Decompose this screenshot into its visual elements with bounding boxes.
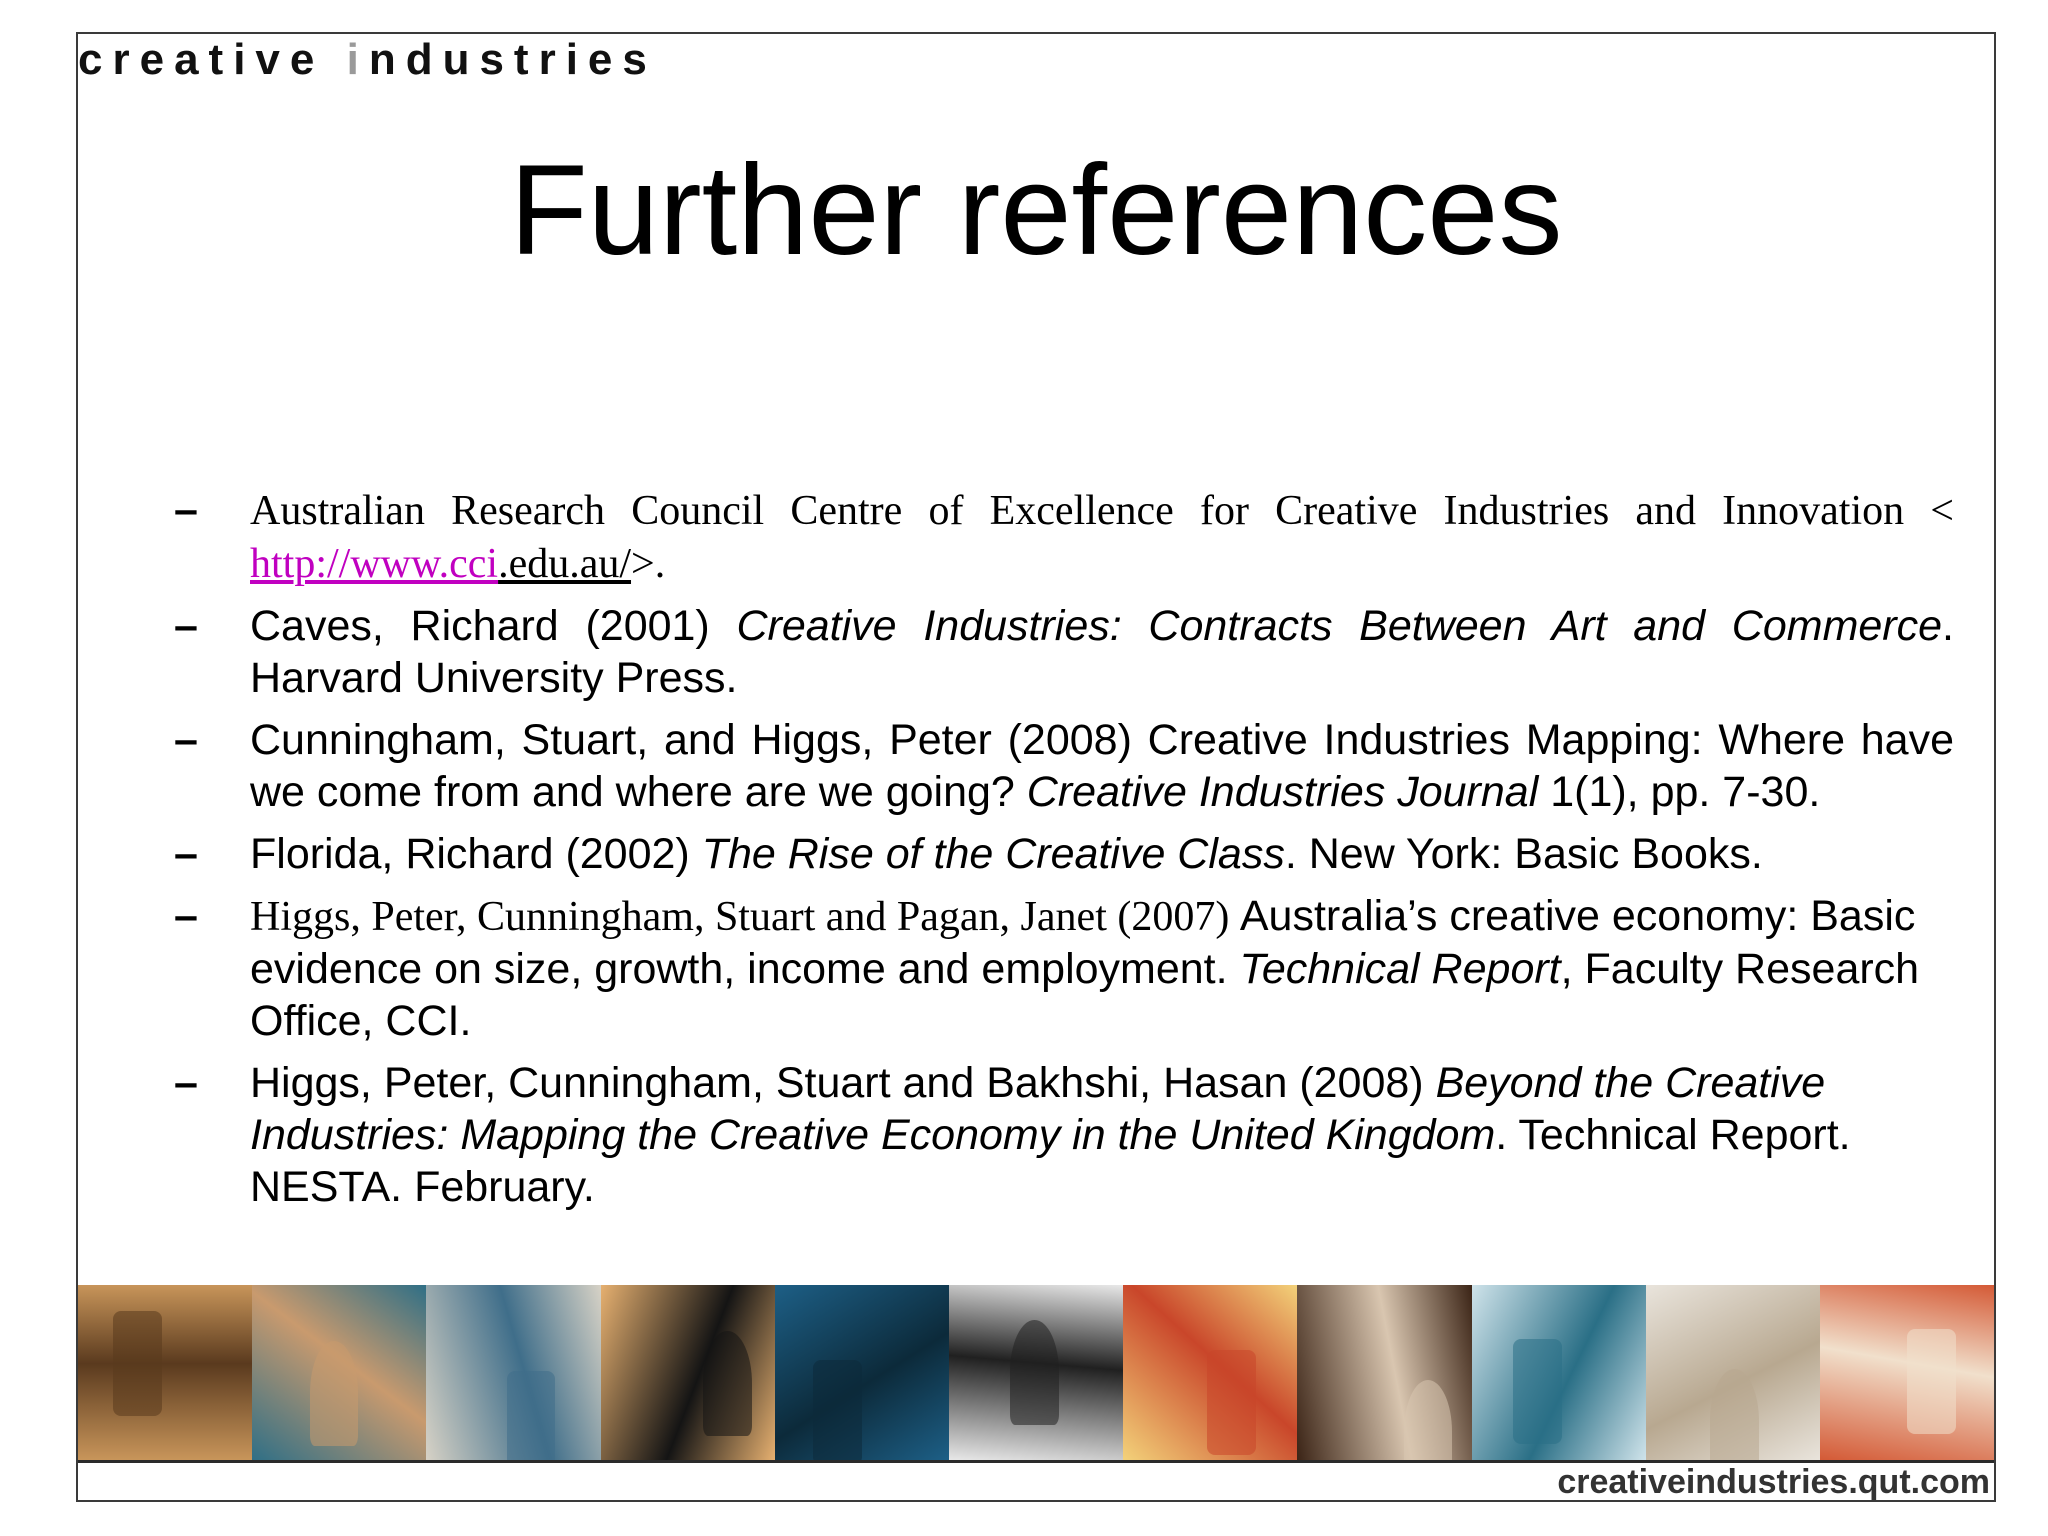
silhouette-figures-photo-shape xyxy=(703,1330,753,1436)
reference-link-domain[interactable]: .edu.au/ xyxy=(498,541,631,587)
blue-figure-photo-shape xyxy=(1513,1339,1563,1445)
bullet-dash: – xyxy=(174,892,198,940)
arch-building-photo-shape xyxy=(309,1341,359,1446)
stripes-photo-shape xyxy=(1009,1320,1059,1425)
reference-text-end: >. xyxy=(631,541,666,587)
red-chairs-photo xyxy=(1819,1285,1994,1460)
yellow-corridor-photo xyxy=(1123,1285,1298,1460)
slide-title: Further references xyxy=(509,139,1563,282)
arch-building-photo xyxy=(252,1285,427,1460)
reference-authors: Higgs, Peter, Cunningham, Stuart and Pag… xyxy=(250,894,1240,940)
bullet-dash: – xyxy=(174,602,198,650)
reference-title: Technical Report xyxy=(1239,945,1561,993)
reference-item: – Caves, Richard (2001) Creative Industr… xyxy=(174,600,1954,704)
blue-texture-photo-shape xyxy=(813,1360,862,1460)
footer-url[interactable]: creativeindustries.qut.com xyxy=(1557,1463,1990,1500)
yellow-corridor-photo-shape xyxy=(1206,1349,1256,1455)
reference-text: Caves, Richard (2001) xyxy=(250,602,737,650)
crossed-beams-photo-shape xyxy=(1403,1379,1453,1460)
reference-title: Creative Industries Journal xyxy=(1026,768,1539,816)
brand-logo: creative industries xyxy=(78,34,657,87)
reference-item: – Higgs, Peter, Cunningham, Stuart and P… xyxy=(174,890,1954,1047)
silhouette-figures-photo xyxy=(600,1285,775,1460)
crossed-beams-photo xyxy=(1297,1285,1472,1460)
dancer-photo xyxy=(78,1285,253,1460)
reference-item: – Australian Research Council Centre of … xyxy=(174,484,1954,590)
blue-texture-photo xyxy=(774,1285,949,1460)
balconies-photo-shape xyxy=(506,1370,556,1460)
bullet-dash: – xyxy=(174,1059,198,1107)
reference-item: – Higgs, Peter, Cunningham, Stuart and B… xyxy=(174,1057,1954,1213)
balconies-photo xyxy=(426,1285,601,1460)
bullet-dash: – xyxy=(174,830,198,878)
reference-item: – Florida, Richard (2002) The Rise of th… xyxy=(174,828,1954,880)
reference-text: Florida, Richard (2002) xyxy=(250,830,702,878)
reference-text-end: 1(1), pp. 7-30. xyxy=(1538,768,1821,816)
standing-figure-photo-shape xyxy=(1710,1369,1759,1460)
red-chairs-photo-shape xyxy=(1906,1328,1956,1434)
standing-figure-photo xyxy=(1645,1285,1820,1460)
blue-figure-photo xyxy=(1471,1285,1646,1460)
stripes-photo xyxy=(948,1285,1124,1460)
photo-strip xyxy=(78,1285,1994,1460)
reference-text: Higgs, Peter, Cunningham, Stuart and Bak… xyxy=(250,1059,1436,1107)
reference-item: – Cunningham, Stuart, and Higgs, Peter (… xyxy=(174,714,1954,818)
reference-link[interactable]: http://www.cci xyxy=(250,541,498,587)
slide: creative industries Further references –… xyxy=(76,32,1996,1502)
brand-text-highlight: i xyxy=(346,35,369,84)
reference-text: Australian Research Council Centre of Ex… xyxy=(250,488,1954,534)
bullet-dash: – xyxy=(174,716,198,764)
reference-text-end: . New York: Basic Books. xyxy=(1284,830,1763,878)
brand-text-part1: creative xyxy=(78,35,347,84)
reference-list: – Australian Research Council Centre of … xyxy=(174,484,1954,1223)
brand-text-part2: ndustries xyxy=(368,35,657,84)
bullet-dash: – xyxy=(174,486,198,534)
reference-title: The Rise of the Creative Class xyxy=(701,830,1285,878)
dancer-photo-shape xyxy=(112,1311,162,1417)
reference-title: Creative Industries: Contracts Between A… xyxy=(736,602,1943,650)
